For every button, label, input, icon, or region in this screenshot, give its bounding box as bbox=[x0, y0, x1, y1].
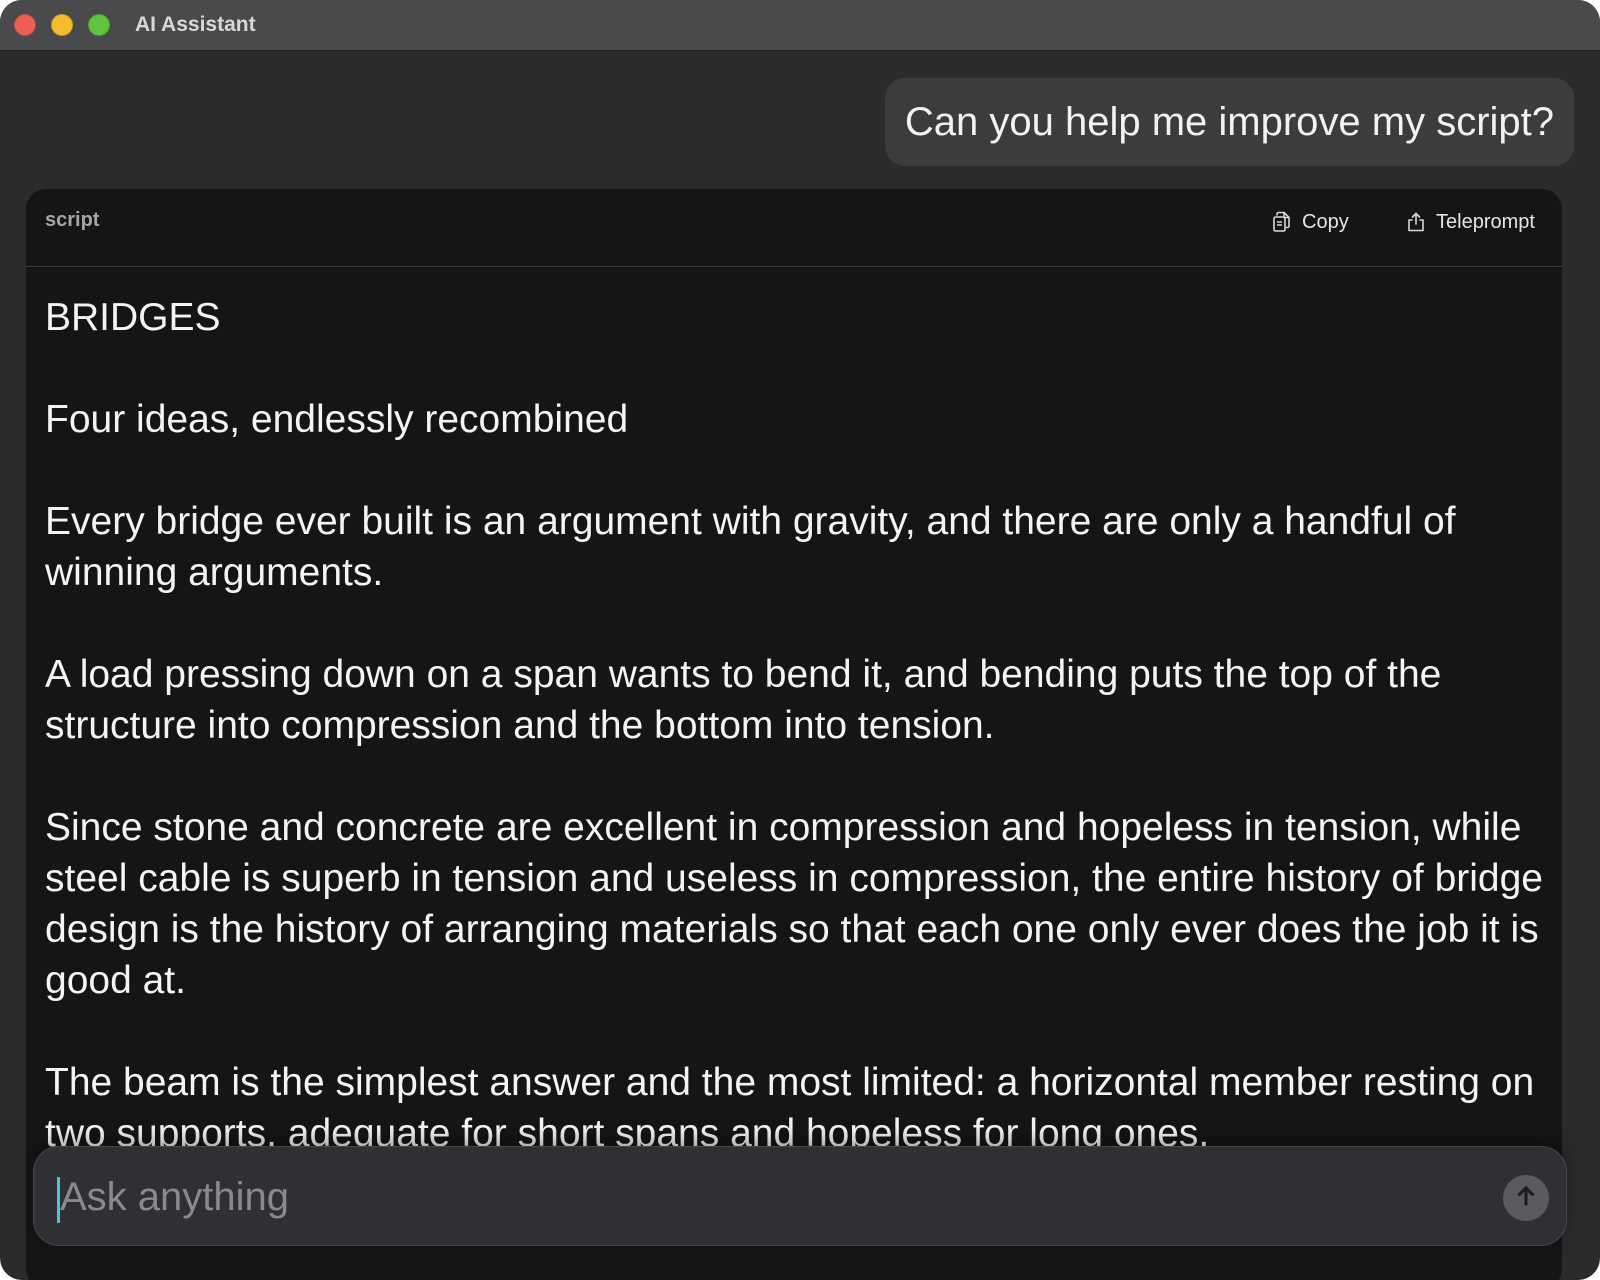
script-title: BRIDGES bbox=[45, 296, 221, 339]
script-content: BRIDGES Four ideas, endlessly recombined… bbox=[45, 292, 1545, 1210]
script-paragraph: Since stone and concrete are excellent i… bbox=[45, 806, 1543, 1002]
title-bar: AI Assistant bbox=[0, 0, 1600, 51]
copy-button-label: Copy bbox=[1302, 210, 1349, 233]
script-paragraph: Every bridge ever built is an argument w… bbox=[45, 500, 1456, 594]
script-card: script Copy Teleprompt BRIDGES Four idea… bbox=[26, 189, 1562, 1280]
script-paragraph: The beam is the simplest answer and the … bbox=[45, 1061, 1535, 1155]
message-composer bbox=[33, 1146, 1567, 1246]
copy-icon bbox=[1271, 211, 1293, 233]
share-icon bbox=[1405, 211, 1427, 233]
script-card-label: script bbox=[45, 209, 100, 231]
app-window: AI Assistant Can you help me improve my … bbox=[0, 0, 1600, 1280]
close-window-button[interactable] bbox=[14, 14, 36, 36]
script-subtitle: Four ideas, endlessly recombined bbox=[45, 398, 629, 441]
minimize-window-button[interactable] bbox=[51, 14, 73, 36]
user-message-bubble: Can you help me improve my script? bbox=[884, 78, 1574, 166]
copy-button[interactable]: Copy bbox=[1271, 207, 1349, 237]
user-message-text: Can you help me improve my script? bbox=[904, 99, 1554, 144]
teleprompt-button[interactable]: Teleprompt bbox=[1405, 207, 1535, 237]
ask-input[interactable] bbox=[60, 1167, 1440, 1227]
script-card-header: script Copy Teleprompt bbox=[26, 189, 1562, 267]
arrow-up-icon bbox=[1513, 1183, 1539, 1214]
teleprompt-button-label: Teleprompt bbox=[1436, 210, 1535, 233]
send-button[interactable] bbox=[1503, 1175, 1549, 1221]
script-paragraph: A load pressing down on a span wants to … bbox=[45, 653, 1442, 747]
zoom-window-button[interactable] bbox=[88, 14, 110, 36]
window-title: AI Assistant bbox=[135, 13, 256, 36]
